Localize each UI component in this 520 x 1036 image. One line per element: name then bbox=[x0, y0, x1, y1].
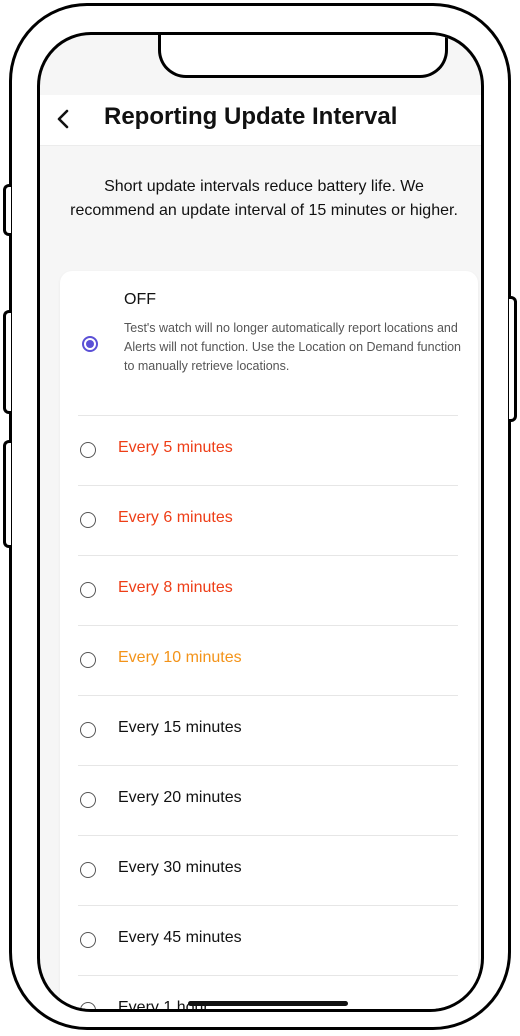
volume-down-button bbox=[3, 440, 11, 548]
header: Reporting Update Interval bbox=[40, 95, 481, 146]
option-label: Every 45 minutes bbox=[118, 929, 242, 946]
option-label: Every 20 minutes bbox=[118, 789, 242, 806]
divider bbox=[78, 905, 458, 906]
home-indicator bbox=[188, 1001, 348, 1006]
interval-option[interactable]: Every 5 minutes bbox=[60, 415, 478, 485]
radio-button[interactable] bbox=[80, 862, 96, 878]
radio-button[interactable] bbox=[80, 792, 96, 808]
interval-option[interactable]: Every 20 minutes bbox=[60, 765, 478, 835]
divider bbox=[78, 835, 458, 836]
radio-button[interactable] bbox=[80, 442, 96, 458]
radio-button[interactable] bbox=[80, 1002, 96, 1009]
radio-button[interactable] bbox=[80, 722, 96, 738]
divider bbox=[78, 415, 458, 416]
divider bbox=[78, 485, 458, 486]
screen: Reporting Update Interval Short update i… bbox=[37, 32, 484, 1012]
interval-option[interactable]: Every 10 minutes bbox=[60, 625, 478, 695]
battery-notice: Short update intervals reduce battery li… bbox=[70, 178, 458, 219]
divider bbox=[78, 625, 458, 626]
radio-button[interactable] bbox=[80, 582, 96, 598]
option-label: Every 30 minutes bbox=[118, 859, 242, 876]
silent-switch bbox=[3, 184, 11, 236]
volume-up-button bbox=[3, 310, 11, 414]
option-label: Every 10 minutes bbox=[118, 649, 242, 666]
off-description: Test's watch will no longer automaticall… bbox=[124, 321, 461, 373]
option-label: Every 8 minutes bbox=[118, 579, 233, 596]
interval-option[interactable]: Every 8 minutes bbox=[60, 555, 478, 625]
chevron-left-icon[interactable] bbox=[50, 101, 78, 137]
interval-option[interactable]: Every 1 hour bbox=[60, 975, 478, 1009]
divider bbox=[78, 555, 458, 556]
interval-options-card: OFF Test's watch will no longer automati… bbox=[60, 271, 478, 1009]
divider bbox=[78, 975, 458, 976]
notch bbox=[158, 35, 448, 78]
divider bbox=[78, 765, 458, 766]
divider bbox=[78, 695, 458, 696]
interval-option[interactable]: Every 15 minutes bbox=[60, 695, 478, 765]
interval-option[interactable]: Every 45 minutes bbox=[60, 905, 478, 975]
off-label: OFF bbox=[124, 291, 156, 308]
radio-button[interactable] bbox=[80, 652, 96, 668]
interval-option[interactable]: Every 6 minutes bbox=[60, 485, 478, 555]
radio-button[interactable] bbox=[80, 512, 96, 528]
page-title: Reporting Update Interval bbox=[104, 103, 398, 130]
power-button bbox=[509, 296, 517, 422]
interval-option[interactable]: Every 30 minutes bbox=[60, 835, 478, 905]
radio-button[interactable] bbox=[80, 932, 96, 948]
option-label: Every 5 minutes bbox=[118, 439, 233, 456]
option-label: Every 6 minutes bbox=[118, 509, 233, 526]
option-label: Every 15 minutes bbox=[118, 719, 242, 736]
radio-off[interactable] bbox=[82, 336, 98, 352]
